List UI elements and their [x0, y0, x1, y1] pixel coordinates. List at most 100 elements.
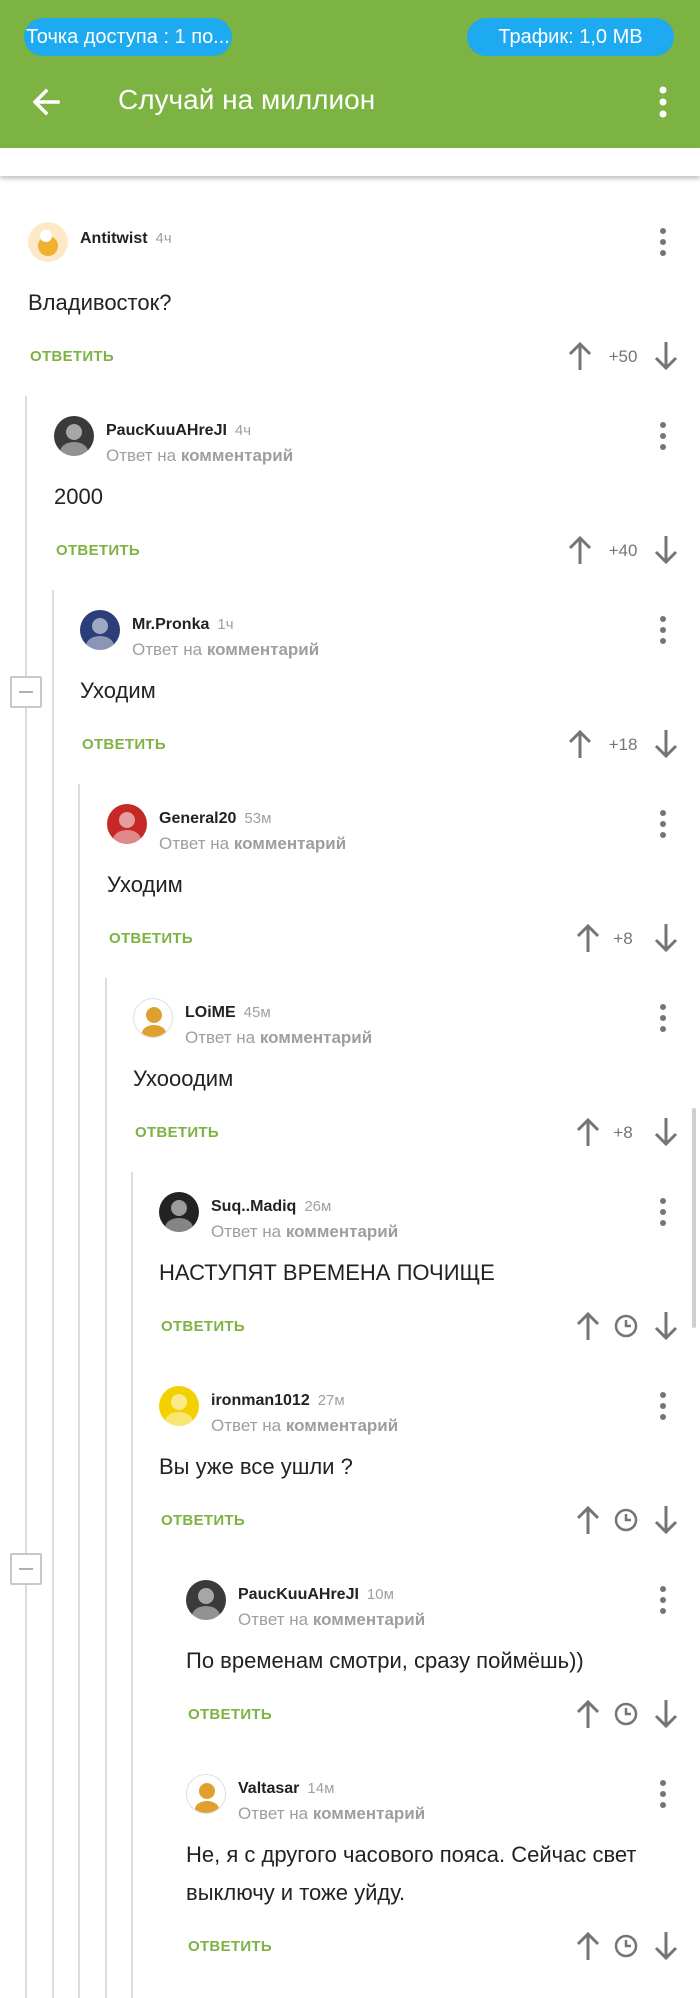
vote-down-icon	[654, 1700, 678, 1729]
reply-button[interactable]: ОТВЕТИТЬ	[188, 1938, 272, 1955]
vote-down-button[interactable]	[652, 1504, 680, 1536]
comment-time: 4ч	[155, 230, 172, 247]
vote-up-button[interactable]	[574, 1116, 602, 1148]
avatar[interactable]	[186, 1580, 226, 1620]
comment-time: 45м	[243, 1004, 271, 1021]
vote-up-button[interactable]	[574, 1504, 602, 1536]
comment-text: Вы уже все ушли ?	[159, 1454, 353, 1479]
author-name[interactable]: Antitwist	[80, 230, 148, 247]
avatar[interactable]	[54, 416, 94, 456]
comment-author[interactable]: Mr.Pronka 1ч	[132, 616, 234, 634]
vote-up-button[interactable]	[566, 728, 594, 760]
vote-down-button[interactable]	[652, 728, 680, 760]
reply-to-link[interactable]: комментарий	[313, 1610, 425, 1629]
score-label: +40	[608, 541, 638, 560]
vote-up-button[interactable]	[574, 1930, 602, 1962]
vote-down-icon	[654, 730, 678, 759]
vote-down-button[interactable]	[652, 1698, 680, 1730]
reply-button[interactable]: ОТВЕТИТЬ	[188, 1706, 272, 1723]
vote-up-icon	[568, 341, 592, 370]
vote-up-button[interactable]	[566, 340, 594, 372]
author-name[interactable]: Mr.Pronka	[132, 616, 209, 633]
reply-button[interactable]: ОТВЕТИТЬ	[161, 1512, 245, 1529]
hotspot-status-pill[interactable]: Точка доступа : 1 по...	[24, 18, 232, 56]
comment-menu-button[interactable]	[648, 806, 678, 842]
comment-author[interactable]: Antitwist 4ч	[80, 230, 172, 248]
rating-pending	[612, 1930, 640, 1962]
comment-menu-button[interactable]	[648, 1582, 678, 1618]
vote-up-button[interactable]	[574, 1698, 602, 1730]
vote-down-button[interactable]	[652, 922, 680, 954]
reply-to-label[interactable]: Ответ на комментарий	[159, 834, 346, 854]
back-button[interactable]	[28, 84, 64, 120]
comment-menu-button[interactable]	[648, 1000, 678, 1036]
comment-author[interactable]: Valtasar 14м	[238, 1780, 334, 1798]
comment-menu-button[interactable]	[648, 1194, 678, 1230]
vote-up-button[interactable]	[566, 534, 594, 566]
avatar[interactable]	[159, 1386, 199, 1426]
comment-author[interactable]: Suq..Madiq 26м	[211, 1198, 331, 1216]
comment-author[interactable]: PaucKuuAHreJI 4ч	[106, 422, 251, 440]
comment-menu-button[interactable]	[648, 224, 678, 260]
reply-to-link[interactable]: комментарий	[313, 1804, 425, 1823]
comment-author[interactable]: LOiME 45м	[185, 1004, 271, 1022]
vote-down-button[interactable]	[652, 1310, 680, 1342]
avatar[interactable]	[186, 1774, 226, 1814]
avatar[interactable]	[28, 222, 68, 262]
author-name[interactable]: General20	[159, 810, 236, 827]
vote-up-button[interactable]	[574, 1310, 602, 1342]
reply-button[interactable]: ОТВЕТИТЬ	[109, 930, 193, 947]
author-name[interactable]: PaucKuuAHreJI	[238, 1586, 359, 1603]
comment-menu-button[interactable]	[648, 1388, 678, 1424]
more-vert-icon	[660, 1198, 666, 1226]
author-name[interactable]: ironman1012	[211, 1392, 310, 1409]
traffic-status-pill[interactable]: Трафик: 1,0 MB	[467, 18, 674, 56]
author-name[interactable]: PaucKuuAHreJI	[106, 422, 227, 439]
vote-down-button[interactable]	[652, 340, 680, 372]
reply-to-label[interactable]: Ответ на комментарий	[211, 1416, 398, 1436]
page-title: Случай на миллион	[118, 84, 376, 115]
vote-down-button[interactable]	[652, 1930, 680, 1962]
author-name[interactable]: LOiME	[185, 1004, 236, 1021]
vote-down-icon	[654, 924, 678, 953]
reply-button[interactable]: ОТВЕТИТЬ	[82, 736, 166, 753]
reply-to-link[interactable]: комментарий	[286, 1416, 398, 1435]
vote-down-button[interactable]	[652, 1116, 680, 1148]
clock-icon	[614, 1702, 638, 1726]
reply-to-label[interactable]: Ответ на комментарий	[185, 1028, 372, 1048]
reply-to-link[interactable]: комментарий	[181, 446, 293, 465]
scrollbar[interactable]	[692, 1108, 696, 1328]
avatar[interactable]	[159, 1192, 199, 1232]
comment-author[interactable]: PaucKuuAHreJI 10м	[238, 1586, 394, 1604]
comment-menu-button[interactable]	[648, 418, 678, 454]
more-menu-button[interactable]	[648, 84, 678, 120]
author-name[interactable]: Valtasar	[238, 1780, 299, 1797]
comment-item: PaucKuuAHreJI 10м Ответ на комментарий По в…	[0, 1580, 700, 1738]
avatar[interactable]	[80, 610, 120, 650]
reply-to-link[interactable]: комментарий	[260, 1028, 372, 1047]
reply-to-link[interactable]: комментарий	[207, 640, 319, 659]
reply-button[interactable]: ОТВЕТИТЬ	[161, 1318, 245, 1335]
comment-menu-button[interactable]	[648, 1776, 678, 1812]
reply-to-label[interactable]: Ответ на комментарий	[238, 1804, 425, 1824]
reply-to-prefix: Ответ на	[106, 446, 181, 465]
reply-to-link[interactable]: комментарий	[286, 1222, 398, 1241]
reply-button[interactable]: ОТВЕТИТЬ	[56, 542, 140, 559]
vote-up-button[interactable]	[574, 922, 602, 954]
avatar[interactable]	[133, 998, 173, 1038]
comment-author[interactable]: General20 53м	[159, 810, 271, 828]
reply-to-label[interactable]: Ответ на комментарий	[132, 640, 319, 660]
reply-to-label[interactable]: Ответ на комментарий	[106, 446, 293, 466]
avatar[interactable]	[107, 804, 147, 844]
comment-author[interactable]: ironman1012 27м	[211, 1392, 345, 1410]
author-name[interactable]: Suq..Madiq	[211, 1198, 296, 1215]
comment-menu-button[interactable]	[648, 612, 678, 648]
reply-button[interactable]: ОТВЕТИТЬ	[135, 1124, 219, 1141]
reply-to-label[interactable]: Ответ на комментарий	[211, 1222, 398, 1242]
reply-to-link[interactable]: комментарий	[234, 834, 346, 853]
more-vert-icon	[660, 1780, 666, 1808]
reply-button[interactable]: ОТВЕТИТЬ	[30, 348, 114, 365]
reply-to-label[interactable]: Ответ на комментарий	[238, 1610, 425, 1630]
comment-text: НАСТУПЯТ ВРЕМЕНА ПОЧИЩЕ	[159, 1260, 495, 1285]
vote-down-button[interactable]	[652, 534, 680, 566]
